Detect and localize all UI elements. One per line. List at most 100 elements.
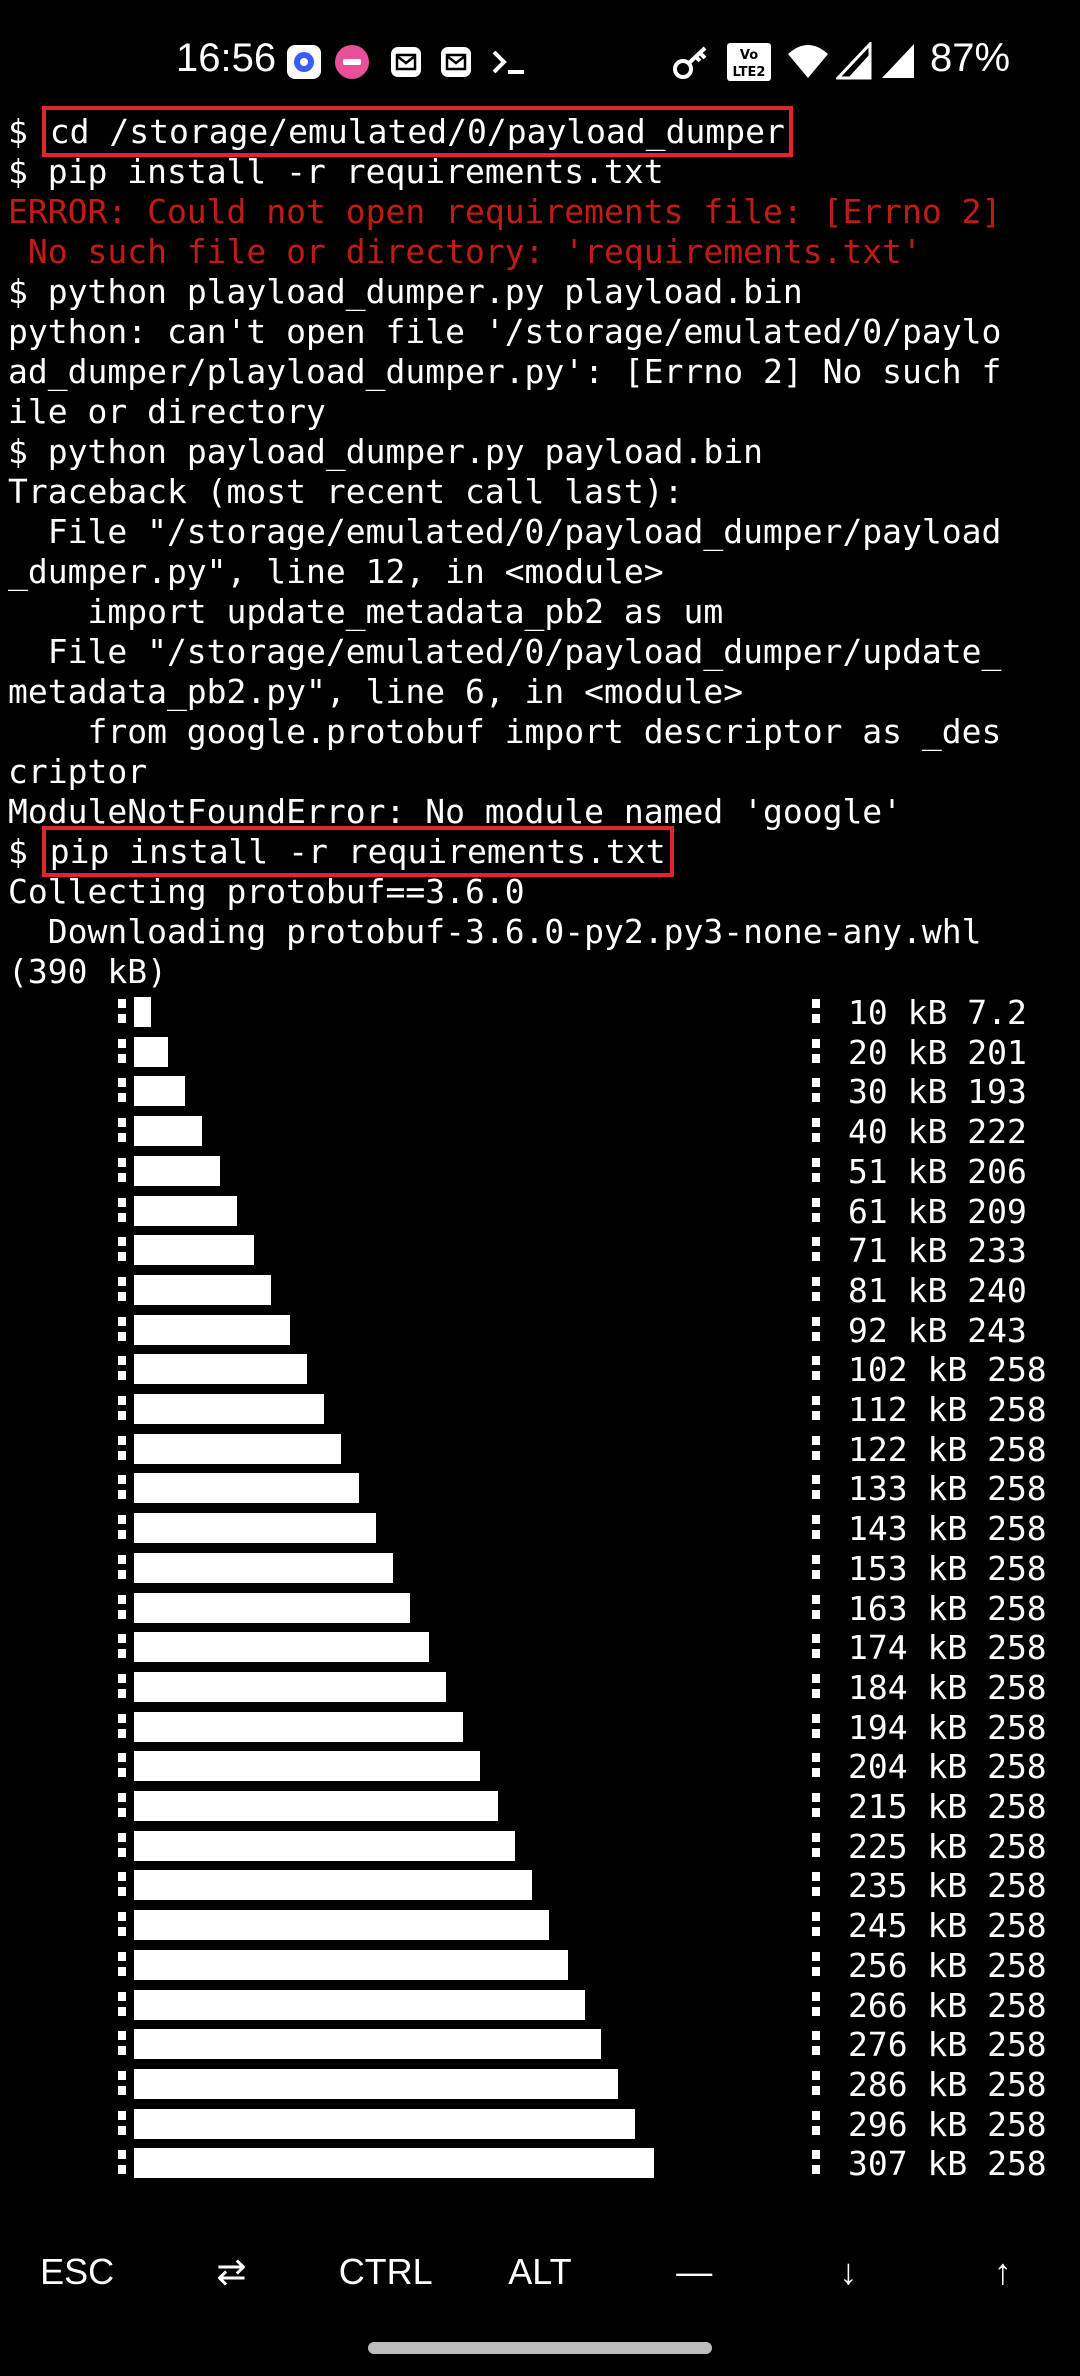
progress-right-border (812, 1196, 822, 1226)
terminal-command-line: $ pip install -r requirements.txt (8, 152, 1078, 192)
line-text: metadata_pb2.py", line 6, in <module> (8, 672, 744, 711)
terminal-output-line: (390 kB) (8, 952, 1078, 992)
gesture-nav-handle[interactable] (368, 2342, 712, 2354)
progress-left-border (118, 2109, 128, 2139)
prompt-symbol: $ (8, 432, 48, 471)
highlighted-command: cd /storage/emulated/0/payload_dumper (41, 106, 793, 157)
progress-left-border (118, 1712, 128, 1742)
progress-bar-fill (134, 1314, 290, 1345)
progress-size-label: 276 kB 258 (848, 2025, 1047, 2065)
progress-left-border (118, 1672, 128, 1702)
progress-right-border (812, 1672, 822, 1702)
progress-bar-fill (134, 1394, 324, 1424)
dash-key[interactable]: — (619, 2251, 769, 2293)
terminal-output-line: File "/storage/emulated/0/payload_dumper… (8, 512, 1078, 552)
progress-right-border (812, 1116, 822, 1146)
terminal-output-line: Collecting protobuf==3.6.0 (8, 872, 1078, 912)
progress-right-border (812, 1791, 822, 1821)
line-text: criptor (8, 752, 148, 791)
progress-right-border (812, 1275, 822, 1305)
terminal-output-line: criptor (8, 752, 1078, 792)
progress-bar-fill (134, 1671, 446, 1702)
progress-size-label: 245 kB 258 (848, 1906, 1047, 1946)
svg-text:Vo: Vo (740, 48, 758, 63)
app-pink-icon (334, 44, 370, 80)
tab-key[interactable]: ⇄ (156, 2251, 306, 2293)
progress-bar-fill (134, 2148, 654, 2179)
progress-left-border (118, 1354, 128, 1384)
progress-bar-fill (134, 1433, 341, 1464)
terminal-output[interactable]: $ cd /storage/emulated/0/payload_dumper $… (8, 106, 1078, 992)
progress-size-label: 174 kB 258 (848, 1628, 1047, 1668)
progress-row: 30 kB 193 (0, 1072, 1080, 1112)
terminal-error-line: No such file or directory: 'requirements… (8, 232, 1078, 272)
progress-size-label: 133 kB 258 (848, 1469, 1047, 1509)
terminal-icon (490, 44, 526, 80)
progress-size-label: 215 kB 258 (848, 1787, 1047, 1826)
progress-bar-fill (134, 2029, 601, 2060)
terminal-command-line: $ python playload_dumper.py playload.bin (8, 272, 1078, 312)
terminal-command-line: $ cd /storage/emulated/0/payload_dumper (8, 106, 1078, 157)
up-arrow-key[interactable]: ↑ (928, 2251, 1078, 2293)
line-text: No such file or directory: 'requirements… (8, 232, 922, 271)
progress-bar-fill (134, 1592, 410, 1623)
progress-left-border (118, 1235, 128, 1265)
progress-row: 61 kB 209 (0, 1192, 1080, 1232)
progress-bar-fill (134, 1632, 429, 1663)
progress-right-border (812, 1632, 822, 1662)
progress-row: 215 kB 258 (0, 1787, 1080, 1827)
line-text: from google.protobuf import descriptor a… (8, 712, 1002, 751)
progress-left-border (118, 1910, 128, 1940)
progress-bar-fill (134, 2108, 635, 2139)
progress-right-border (812, 997, 822, 1027)
svg-text:LTE2: LTE2 (733, 65, 766, 80)
progress-row: 204 kB 258 (0, 1747, 1080, 1787)
terminal-output-line: metadata_pb2.py", line 6, in <module> (8, 672, 1078, 712)
progress-left-border (118, 1315, 128, 1345)
ctrl-key[interactable]: CTRL (311, 2251, 461, 2293)
mail-icon (438, 44, 474, 80)
progress-size-label: 194 kB 258 (848, 1707, 1047, 1747)
key-icon (672, 42, 712, 86)
signal-icon (834, 40, 872, 86)
progress-left-border (118, 1275, 128, 1305)
progress-right-border (812, 1315, 822, 1345)
progress-bar-fill (134, 1910, 549, 1941)
progress-row: 92 kB 243 (0, 1311, 1080, 1351)
progress-right-border (812, 2109, 822, 2139)
progress-right-border (812, 1950, 822, 1980)
progress-row: 296 kB 258 (0, 2105, 1080, 2145)
status-time: 16:56 (176, 36, 277, 80)
progress-row: 225 kB 258 (0, 1827, 1080, 1867)
down-arrow-key[interactable]: ↓ (774, 2251, 924, 2293)
progress-bar-fill (134, 1513, 376, 1544)
progress-right-border (812, 1831, 822, 1861)
progress-bar-fill (134, 997, 151, 1027)
progress-left-border (118, 1076, 128, 1106)
terminal-error-line: ERROR: Could not open requirements file:… (8, 192, 1078, 232)
prompt-symbol: $ (8, 272, 48, 311)
esc-key[interactable]: ESC (2, 2251, 152, 2293)
prompt-symbol: $ (8, 832, 48, 871)
progress-left-border (118, 1990, 128, 2020)
line-text: ad_dumper/playload_dumper.py': [Errno 2]… (8, 352, 1002, 391)
progress-row: 245 kB 258 (0, 1906, 1080, 1946)
progress-bar-fill (134, 1195, 237, 1226)
progress-right-border (812, 1235, 822, 1265)
progress-left-border (118, 1791, 128, 1821)
progress-left-border (118, 2029, 128, 2059)
progress-size-label: 307 kB 258 (848, 2144, 1047, 2184)
progress-left-border (118, 1831, 128, 1861)
progress-left-border (118, 997, 128, 1027)
progress-bar-fill (134, 1354, 307, 1385)
progress-size-label: 204 kB 258 (848, 1747, 1047, 1787)
progress-left-border (118, 1473, 128, 1503)
progress-row: 256 kB 258 (0, 1946, 1080, 1986)
progress-right-border (812, 1156, 822, 1186)
progress-right-border (812, 2029, 822, 2059)
progress-row: 266 kB 258 (0, 1986, 1080, 2026)
line-text: python: can't open file '/storage/emulat… (8, 312, 1002, 351)
progress-size-label: 184 kB 258 (848, 1667, 1047, 1707)
alt-key[interactable]: ALT (465, 2251, 615, 2293)
status-bar: 16:56 Vo LTE2 87% (0, 0, 1080, 110)
